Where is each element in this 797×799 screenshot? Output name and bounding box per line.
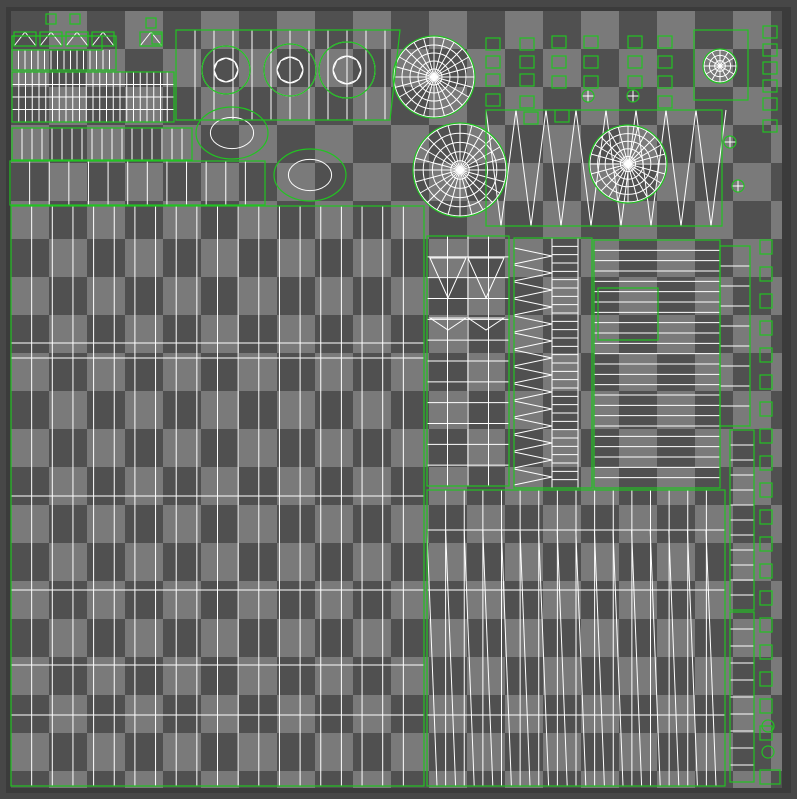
radial-disc-right (589, 125, 667, 203)
uv-editor-viewport[interactable] (0, 0, 797, 799)
radial-disc-center (413, 123, 507, 217)
radial-disc-large-top (393, 36, 475, 118)
uv-layout-canvas[interactable] (0, 0, 797, 799)
cylinder-end (703, 49, 737, 83)
